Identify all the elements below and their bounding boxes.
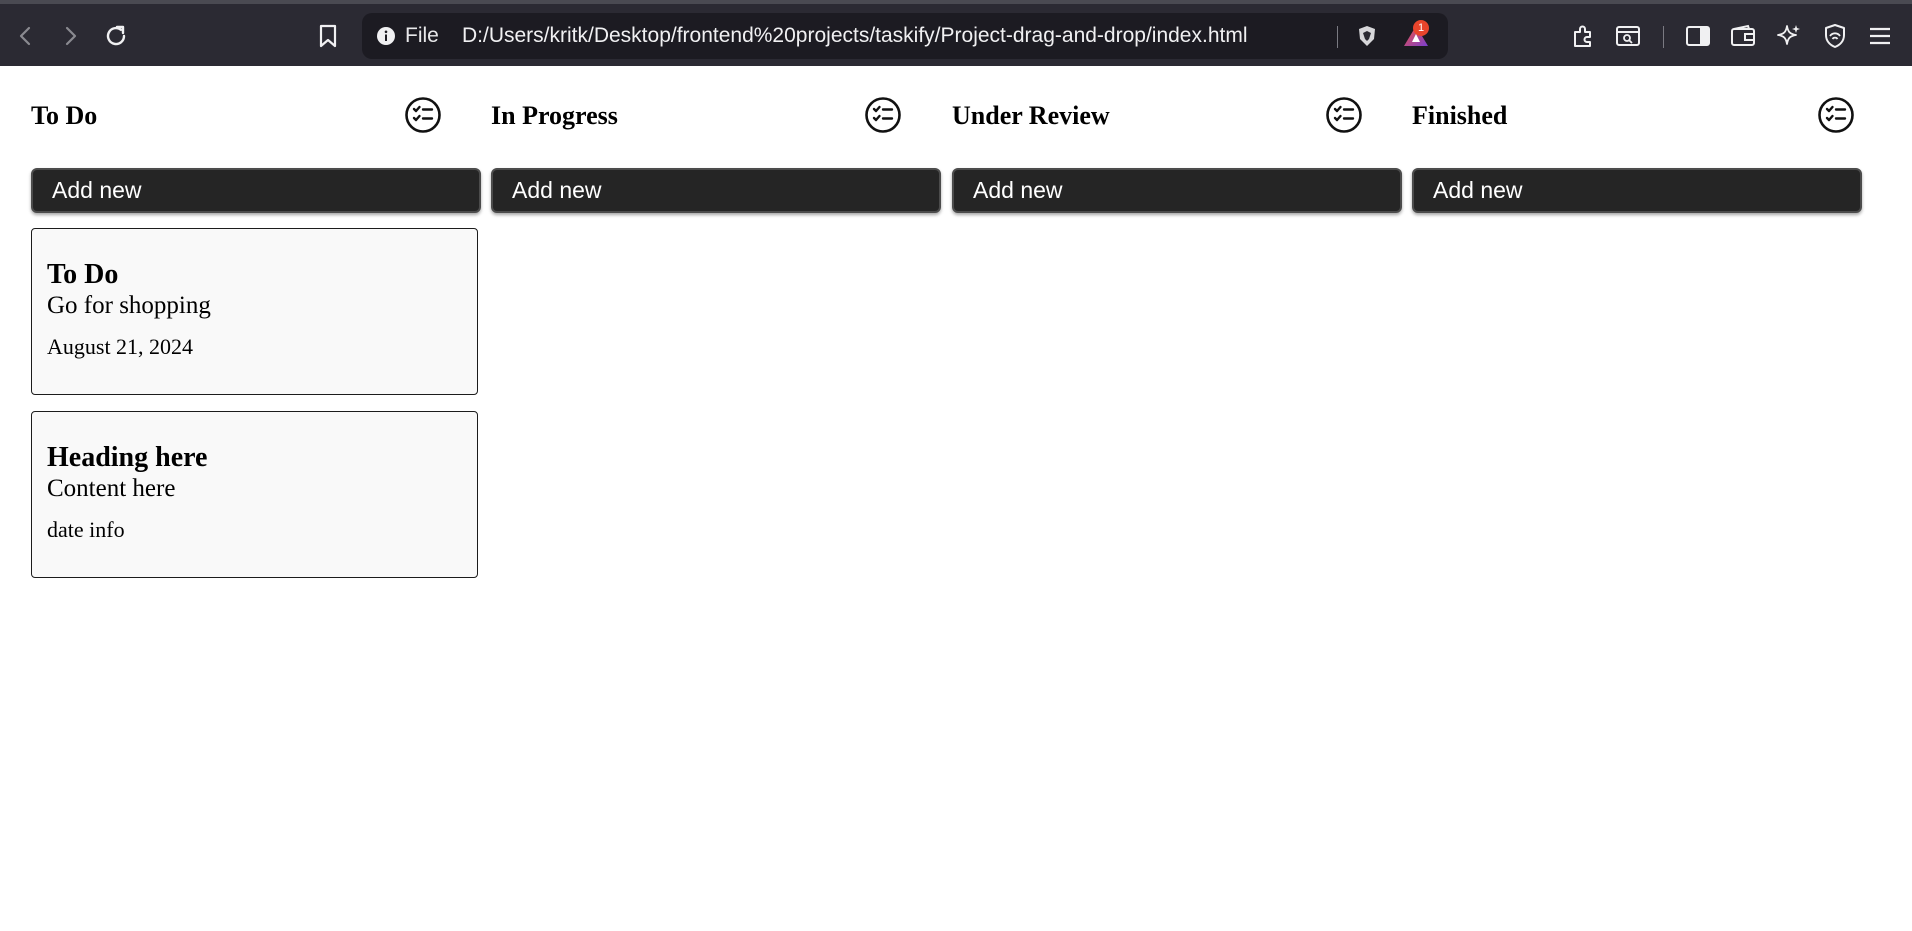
column-in-progress: In Progress Add new — [491, 96, 941, 213]
column-title: To Do — [31, 101, 98, 130]
column-title: In Progress — [491, 101, 618, 130]
notification-badge: 1 — [1413, 20, 1429, 36]
card-content: Go for shopping — [47, 292, 211, 319]
checklist-icon[interactable] — [404, 96, 442, 134]
browser-toolbar: File D:/Users/kritk/Desktop/frontend%20p… — [0, 0, 1912, 66]
info-icon[interactable] — [376, 26, 396, 46]
add-new-button[interactable]: Add new — [491, 168, 941, 213]
column-header: To Do — [31, 96, 481, 136]
address-bar[interactable]: File D:/Users/kritk/Desktop/frontend%20p… — [362, 13, 1448, 59]
menu-hamburger-icon[interactable] — [1862, 18, 1898, 54]
checklist-icon[interactable] — [1817, 96, 1855, 134]
reload-icon[interactable] — [98, 18, 134, 54]
card-content: Content here — [47, 475, 176, 502]
task-card[interactable]: To Do Go for shopping August 21, 2024 — [31, 228, 478, 395]
forward-arrow-icon[interactable] — [52, 18, 88, 54]
url-text[interactable]: D:/Users/kritk/Desktop/frontend%20projec… — [462, 24, 1248, 48]
toolbar-divider — [1663, 26, 1664, 48]
vpn-shield-icon[interactable] — [1817, 18, 1853, 54]
brave-shield-icon[interactable] — [1349, 18, 1385, 54]
card-date: date info — [47, 517, 125, 542]
card-heading: To Do — [47, 259, 119, 290]
card-date: August 21, 2024 — [47, 334, 194, 359]
wallet-icon[interactable] — [1725, 18, 1761, 54]
add-new-button[interactable]: Add new — [31, 168, 481, 213]
column-finished: Finished Add new — [1412, 96, 1862, 213]
sidebar-toggle-icon[interactable] — [1680, 18, 1716, 54]
leo-search-window-icon[interactable] — [1610, 18, 1646, 54]
column-title: Under Review — [952, 101, 1110, 130]
task-card[interactable]: Heading here Content here date info — [31, 411, 478, 578]
add-new-button[interactable]: Add new — [952, 168, 1402, 213]
leo-ai-sparkle-icon[interactable] — [1771, 18, 1807, 54]
column-todo: To Do Add new To Do Go for shopping Augu… — [31, 96, 481, 578]
bookmark-icon[interactable] — [310, 18, 346, 54]
column-under-review: Under Review Add new — [952, 96, 1402, 213]
column-header: In Progress — [491, 96, 941, 136]
url-divider — [1337, 26, 1338, 48]
url-scheme-label: File — [405, 24, 439, 47]
checklist-icon[interactable] — [864, 96, 902, 134]
checklist-icon[interactable] — [1325, 96, 1363, 134]
card-heading: Heading here — [47, 442, 208, 473]
column-header: Under Review — [952, 96, 1402, 136]
back-arrow-icon[interactable] — [8, 18, 44, 54]
extensions-puzzle-icon[interactable] — [1565, 18, 1601, 54]
column-title: Finished — [1412, 101, 1508, 130]
kanban-board: To Do Add new To Do Go for shopping Augu… — [31, 96, 1862, 896]
add-new-button[interactable]: Add new — [1412, 168, 1862, 213]
column-header: Finished — [1412, 96, 1862, 136]
